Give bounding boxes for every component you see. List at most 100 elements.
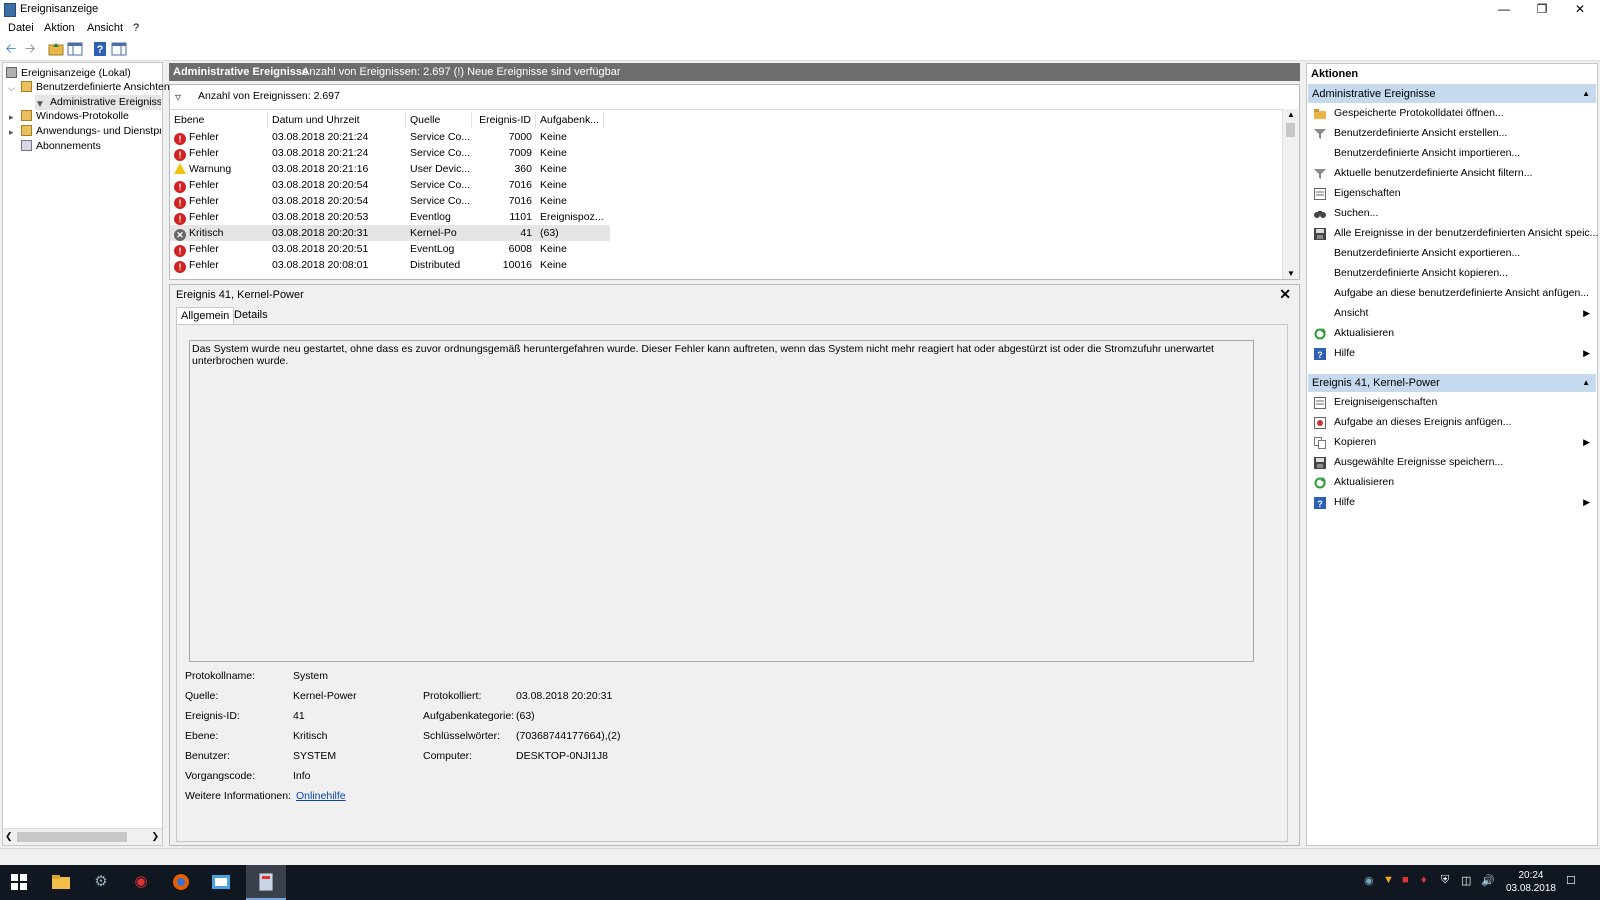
- help-icon[interactable]: ?: [92, 41, 108, 57]
- collapse-arrow-icon[interactable]: ▲: [1582, 85, 1590, 103]
- menu-ansicht[interactable]: Ansicht: [87, 22, 123, 34]
- action-label: Benutzerdefinierte Ansicht importieren..…: [1334, 147, 1521, 159]
- show-hide-action-pane-icon[interactable]: [111, 41, 127, 57]
- table-row[interactable]: ! Fehler 03.08.2018 20:20:54 Service Co... 7…: [170, 193, 610, 209]
- tree-item-custom-views[interactable]: Benutzerdefinierte Ansichten: [21, 80, 170, 95]
- collapse-chevron-icon[interactable]: ⌵: [8, 83, 15, 94]
- menu-help[interactable]: ?: [133, 22, 139, 34]
- collapse-arrow-icon[interactable]: ▲: [1582, 374, 1590, 392]
- action-item[interactable]: Benutzerdefinierte Ansicht kopieren...: [1308, 263, 1596, 283]
- action-item[interactable]: ? Hilfe ▶: [1308, 492, 1596, 512]
- action-item[interactable]: Aktualisieren: [1308, 472, 1596, 492]
- column-datum[interactable]: Datum und Uhrzeit: [268, 112, 406, 128]
- table-row[interactable]: ! Fehler 03.08.2018 20:20:51 EventLog 6008 Ke…: [170, 241, 610, 257]
- action-item[interactable]: ? Hilfe ▶: [1308, 343, 1596, 363]
- table-row[interactable]: ! Fehler 03.08.2018 20:21:24 Service Co... 7…: [170, 129, 610, 145]
- section-admin-events[interactable]: Administrative Ereignisse ▲: [1308, 85, 1596, 103]
- warning-icon: [174, 163, 186, 174]
- list-vertical-scrollbar[interactable]: ▲ ▼: [1282, 109, 1299, 279]
- tree-item-admin-events[interactable]: ▼ Administrative Ereignisse: [35, 95, 161, 110]
- tray-warning-icon[interactable]: ▼: [1383, 874, 1394, 886]
- steam-icon[interactable]: ⚙: [90, 871, 112, 893]
- expand-chevron-icon[interactable]: ▸: [9, 127, 14, 138]
- action-item[interactable]: Benutzerdefinierte Ansicht exportieren..…: [1308, 243, 1596, 263]
- column-ereignis-id[interactable]: Ereignis-ID: [472, 112, 536, 128]
- cell-source: User Devic...: [410, 163, 471, 175]
- action-item[interactable]: Benutzerdefinierte Ansicht erstellen...: [1308, 123, 1596, 143]
- table-row[interactable]: ! Fehler 03.08.2018 20:21:24 Service Co... 7…: [170, 145, 610, 161]
- tab-details[interactable]: Details: [230, 307, 272, 324]
- table-row[interactable]: ! Fehler 03.08.2018 20:20:53 Eventlog 1101 Er…: [170, 209, 610, 225]
- action-item[interactable]: Alle Ereignisse in der benutzerdefiniert…: [1308, 223, 1598, 243]
- forward-arrow-icon[interactable]: 🡢: [22, 41, 38, 57]
- action-item[interactable]: Ereigniseigenschaften: [1308, 392, 1596, 412]
- tray-steam-icon[interactable]: ◉: [1364, 874, 1374, 887]
- table-row[interactable]: ! Fehler 03.08.2018 20:08:01 Distributed 100…: [170, 257, 610, 273]
- description-box[interactable]: Das System wurde neu gestartet, ohne das…: [189, 340, 1254, 662]
- table-row[interactable]: ✕ Kritisch 03.08.2018 20:20:31 Kernel-Po 41 (…: [170, 225, 610, 241]
- cell-level: Fehler: [189, 195, 219, 207]
- taskbar-clock[interactable]: 20:24 03.08.2018: [1506, 869, 1556, 895]
- action-item[interactable]: Aufgabe an dieses Ereignis anfügen...: [1308, 412, 1596, 432]
- column-ebene[interactable]: Ebene: [170, 112, 268, 128]
- view-header: Administrative Ereignisse Anzahl von Ere…: [169, 63, 1300, 81]
- taskbar-event-viewer[interactable]: [246, 865, 286, 900]
- action-item[interactable]: Aktuelle benutzerdefinierte Ansicht filt…: [1308, 163, 1596, 183]
- table-row[interactable]: Warnung 03.08.2018 20:21:16 User Devic... 3…: [170, 161, 610, 177]
- scroll-down-icon[interactable]: ▼: [1287, 269, 1295, 278]
- cell-level: Warnung: [189, 163, 232, 175]
- firefox-icon[interactable]: [170, 871, 192, 893]
- scroll-thumb[interactable]: [17, 832, 127, 842]
- action-item[interactable]: Suchen...: [1308, 203, 1596, 223]
- file-explorer-icon[interactable]: [50, 871, 72, 893]
- folder-up-icon[interactable]: [48, 41, 64, 57]
- back-arrow-icon[interactable]: 🡠: [3, 41, 19, 57]
- scroll-up-icon[interactable]: ▲: [1287, 110, 1295, 119]
- action-item[interactable]: Aktualisieren: [1308, 323, 1596, 343]
- action-item[interactable]: Gespeicherte Protokolldatei öffnen...: [1308, 103, 1596, 123]
- tab-allgemein[interactable]: Allgemein: [176, 307, 235, 325]
- refresh-icon: [1314, 476, 1326, 489]
- network-icon[interactable]: ◫: [1461, 874, 1471, 887]
- action-item[interactable]: Kopieren ▶: [1308, 432, 1596, 452]
- notification-icon[interactable]: ☐: [1566, 874, 1576, 887]
- tray-shield-icon[interactable]: ⛨: [1441, 874, 1449, 887]
- tree-item-root[interactable]: Ereignisanzeige (Lokal): [6, 66, 131, 81]
- close-icon[interactable]: ✕: [1279, 286, 1291, 303]
- cell-source: Service Co...: [410, 131, 471, 143]
- volume-icon[interactable]: 🔊: [1481, 874, 1495, 887]
- label-aufgabenkategorie: Aufgabenkategorie:: [423, 710, 515, 722]
- menu-aktion[interactable]: Aktion: [44, 22, 75, 34]
- scroll-left-icon[interactable]: ❮: [5, 831, 13, 842]
- tree-horizontal-scrollbar[interactable]: ❮ ❯: [3, 828, 162, 845]
- column-aufgabenkategorie[interactable]: Aufgabenk...: [536, 112, 604, 128]
- tree-item-subscriptions[interactable]: Abonnements: [21, 139, 101, 154]
- action-item[interactable]: Ansicht ▶: [1308, 303, 1596, 323]
- tree-item-app-logs[interactable]: Anwendungs- und Dienstprotokolle: [21, 124, 161, 139]
- menu-datei[interactable]: Datei: [8, 22, 34, 34]
- game-app-icon[interactable]: ◉: [130, 871, 152, 893]
- action-item[interactable]: Aufgabe an diese benutzerdefinierte Ansi…: [1308, 283, 1596, 303]
- close-button[interactable]: ✕: [1562, 0, 1598, 20]
- show-hide-console-tree-icon[interactable]: [67, 41, 83, 57]
- tray-antivirus-icon[interactable]: ■: [1402, 874, 1409, 886]
- restore-button[interactable]: ❐: [1524, 0, 1560, 20]
- scroll-right-icon[interactable]: ❯: [151, 831, 159, 842]
- table-row[interactable]: ! Fehler 03.08.2018 20:20:54 Service Co... 7…: [170, 177, 610, 193]
- tray-app-icon[interactable]: ♦: [1421, 874, 1427, 886]
- cell-date: 03.08.2018 20:20:51: [272, 243, 369, 255]
- minimize-button[interactable]: —: [1486, 0, 1522, 20]
- action-item[interactable]: Benutzerdefinierte Ansicht importieren..…: [1308, 143, 1596, 163]
- column-quelle[interactable]: Quelle: [406, 112, 472, 128]
- action-item[interactable]: Ausgewählte Ereignisse speichern...: [1308, 452, 1596, 472]
- control-panel-icon[interactable]: [210, 871, 232, 893]
- folder-open-icon: [1314, 107, 1326, 119]
- expand-chevron-icon[interactable]: ▸: [9, 112, 14, 123]
- windows-start-icon[interactable]: [8, 871, 30, 893]
- section-event-41[interactable]: Ereignis 41, Kernel-Power ▲: [1308, 374, 1596, 392]
- cell-source: EventLog: [410, 243, 455, 255]
- online-help-link[interactable]: Onlinehilfe: [296, 790, 346, 802]
- action-item[interactable]: Eigenschaften: [1308, 183, 1596, 203]
- tree-item-windows-logs[interactable]: Windows-Protokolle: [21, 109, 129, 124]
- scroll-thumb[interactable]: [1286, 123, 1295, 137]
